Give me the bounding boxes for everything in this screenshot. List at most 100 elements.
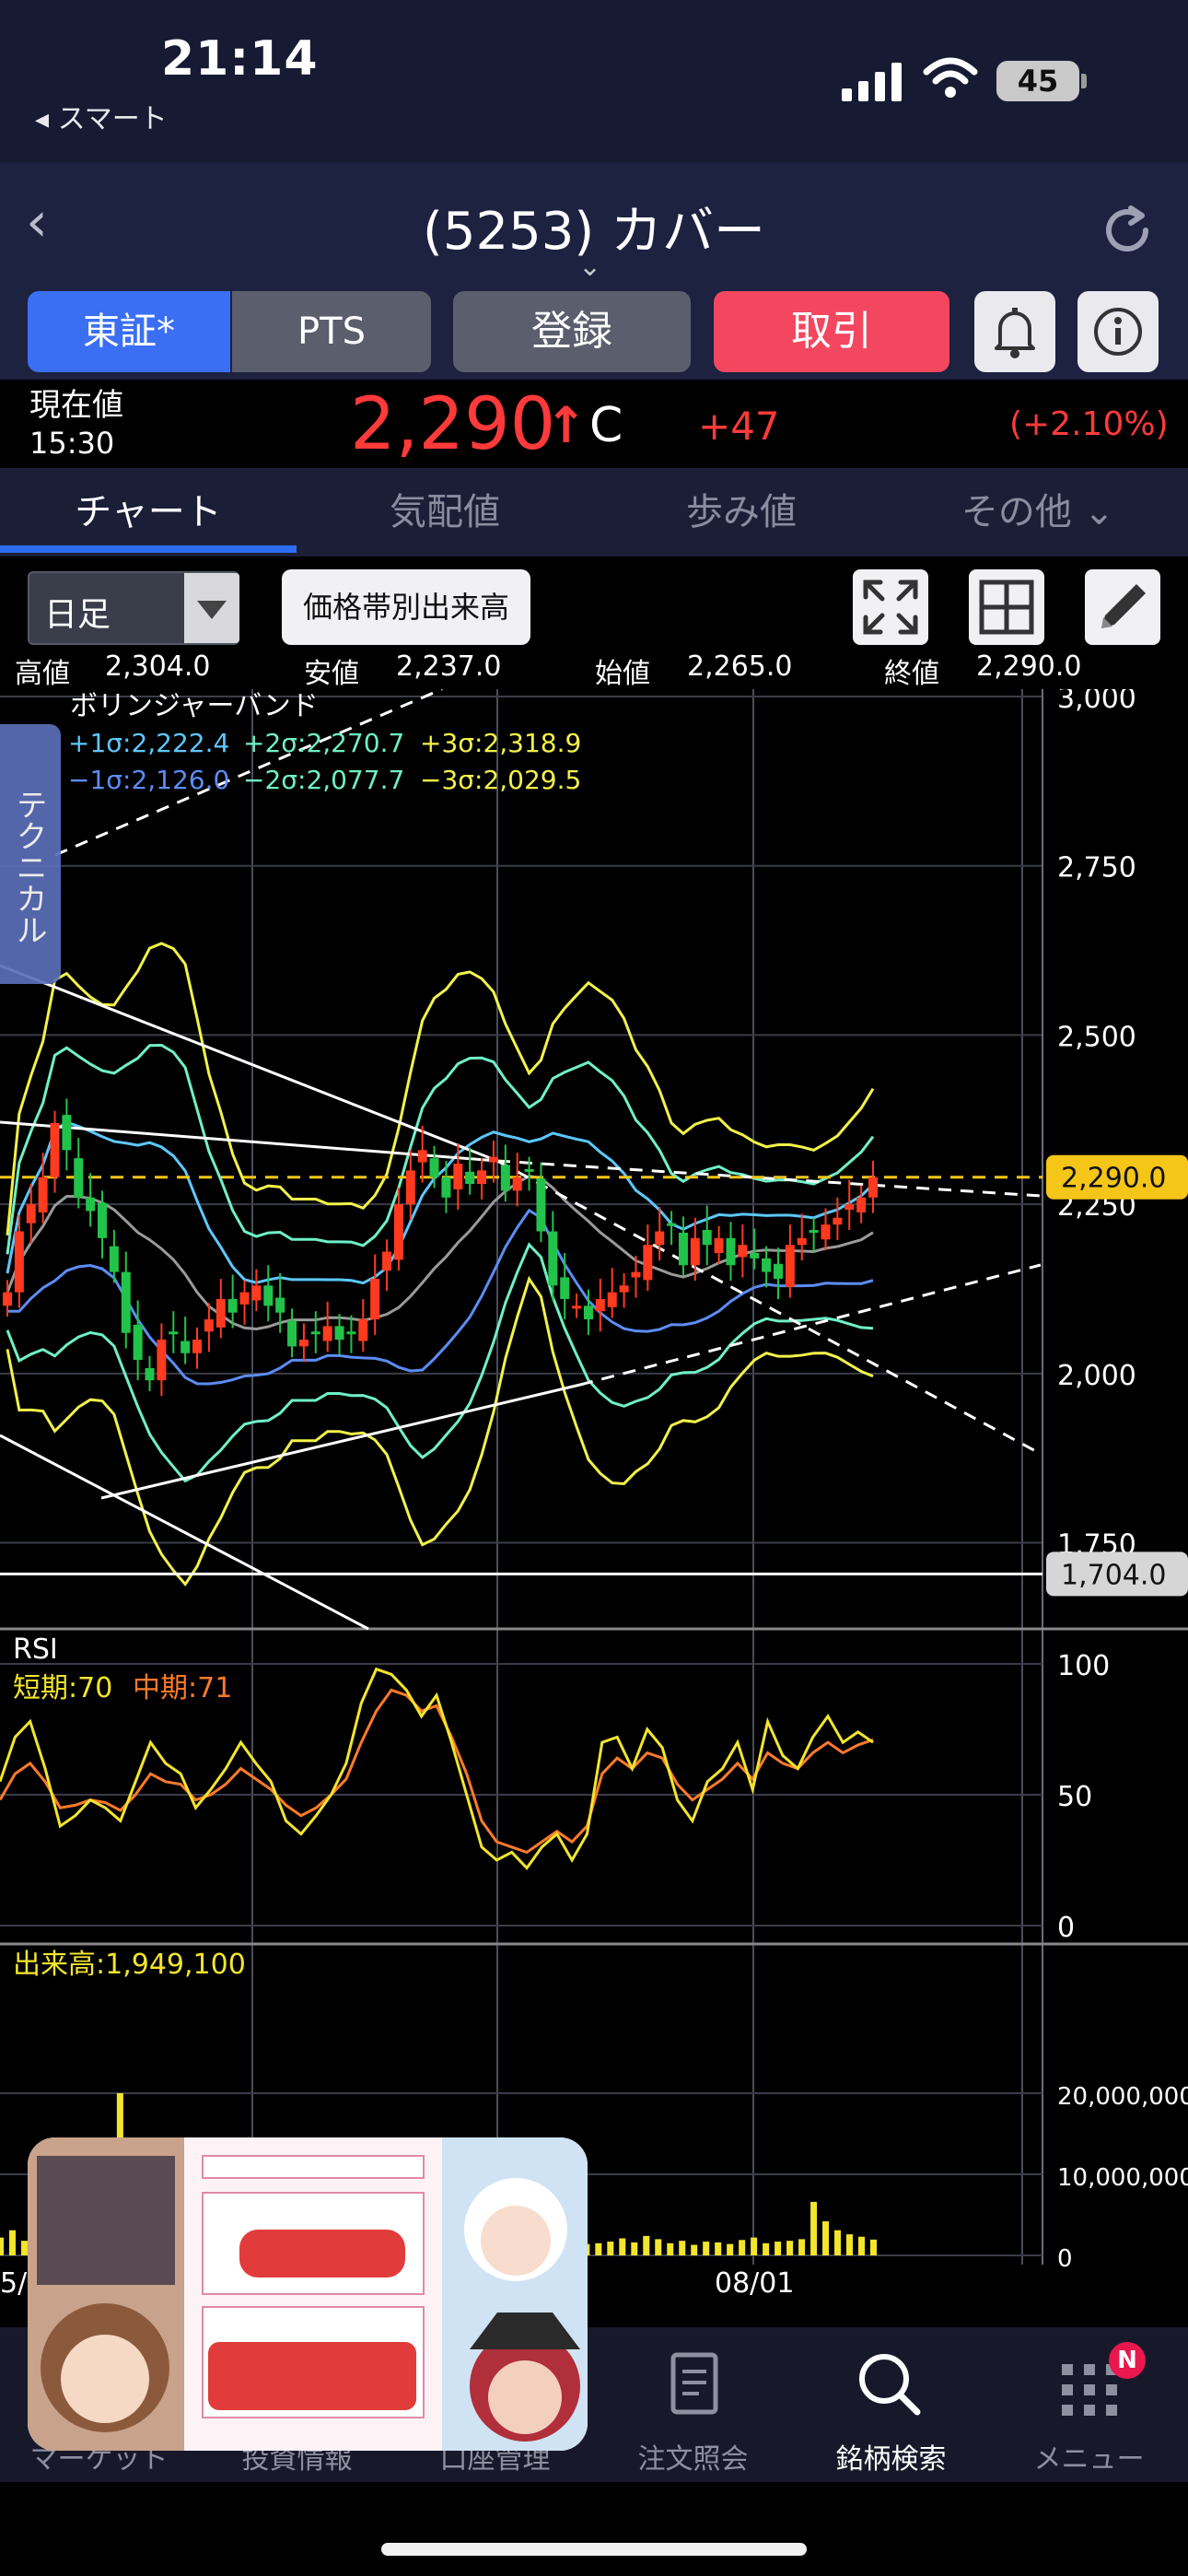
pencil-icon[interactable]: [1085, 569, 1160, 645]
layout-grid-icon[interactable]: [969, 569, 1044, 645]
refresh-icon[interactable]: [1098, 201, 1157, 260]
candle-body-41: [488, 1156, 498, 1163]
volume-bar-69: [822, 2221, 830, 2255]
home-indicator[interactable]: [381, 2543, 807, 2556]
stock-chart[interactable]: ボリンジャーバンド +1σ:2,222.4 +2σ:2,270.7 +3σ:2,…: [0, 689, 1188, 2327]
candle-body-62: [738, 1245, 748, 1258]
nav-stock-search[interactable]: 銘柄検索: [792, 2327, 990, 2482]
status-bar: 21:14 ◂ スマート 45: [0, 0, 1188, 162]
candle-body-14: [169, 1331, 179, 1335]
alert-bell-button[interactable]: [974, 291, 1055, 372]
volume-bar-1: [8, 2230, 16, 2255]
bb-title: ボリンジャーバンド: [70, 690, 319, 722]
candle-body-65: [773, 1263, 783, 1279]
volume-bar-71: [846, 2234, 854, 2255]
candle-body-17: [204, 1319, 214, 1332]
candle-body-72: [856, 1197, 867, 1212]
market-pts-button[interactable]: PTS: [232, 291, 431, 372]
candle-body-38: [453, 1164, 463, 1189]
bb-legend-m3: −3σ:2,029.5: [420, 765, 581, 795]
search-icon: [859, 2354, 921, 2416]
y-tick-label-0: 3,000: [1057, 689, 1136, 715]
info-icon: [1094, 308, 1142, 356]
y-tick-label-1: 2,750: [1057, 852, 1136, 884]
candle-body-71: [844, 1204, 855, 1210]
main-tabs: チャート 気配値 歩み値 その他 ⌄: [0, 468, 1188, 556]
trend-line-2: [100, 1383, 581, 1500]
active-tab-indicator: [0, 545, 297, 553]
candle-body-46: [548, 1231, 558, 1286]
bb-legend-p1: +1σ:2,222.4: [68, 728, 229, 758]
volume-tick-1: 10,000,000: [1057, 2164, 1188, 2192]
candle-body-4: [50, 1122, 60, 1177]
nav-orders-label: 注文照会: [637, 2443, 749, 2476]
candle-body-32: [382, 1251, 392, 1271]
volume-bar-61: [727, 2243, 734, 2255]
volume-profile-button[interactable]: 価格帯別出来高: [282, 569, 530, 645]
candle-body-54: [643, 1245, 653, 1281]
tab-more[interactable]: その他 ⌄: [890, 468, 1186, 556]
candle-body-34: [405, 1170, 415, 1205]
technical-side-tab-label: テクニカル: [10, 789, 47, 945]
nav-menu[interactable]: メニュー: [990, 2327, 1188, 2482]
candle-body-68: [809, 1230, 819, 1234]
market-tse-button[interactable]: 東証*: [28, 291, 230, 372]
candle-body-39: [465, 1171, 475, 1185]
up-arrow-icon: ↑: [545, 396, 588, 454]
navigation-bar: ‹ (5253) カバー ⌄: [0, 162, 1188, 291]
rsi-mid-line: [0, 1688, 874, 1855]
candle-body-10: [121, 1271, 131, 1333]
candle-body-59: [702, 1230, 712, 1246]
rsi-title: RSI: [13, 1633, 58, 1666]
expand-icon[interactable]: [853, 569, 928, 645]
volume-bar-55: [655, 2239, 662, 2255]
volume-bar-58: [691, 2244, 698, 2255]
candle-body-43: [512, 1177, 522, 1191]
volume-bar-64: [763, 2242, 770, 2255]
candle-body-12: [145, 1367, 155, 1381]
x-tick-label-1: 08/01: [715, 2267, 794, 2300]
volume-bar-51: [607, 2242, 614, 2255]
support-price-label: 1,704.0: [1061, 1559, 1167, 1591]
candle-body-0: [3, 1292, 12, 1306]
candle-body-20: [239, 1292, 250, 1305]
y-tick-label-4: 2,000: [1057, 1360, 1136, 1392]
candle-body-33: [393, 1204, 403, 1260]
info-button[interactable]: [1077, 291, 1159, 372]
candle-body-55: [655, 1231, 665, 1246]
candle-body-31: [370, 1278, 380, 1320]
candle-body-28: [334, 1326, 344, 1341]
rsi-legend-short: 短期:70: [13, 1672, 112, 1704]
candle-body-35: [417, 1150, 427, 1163]
volume-bar-54: [643, 2235, 650, 2255]
tab-time-and-sales[interactable]: 歩み値: [593, 468, 890, 556]
picture-in-picture-video[interactable]: [28, 2137, 588, 2451]
candle-body-60: [714, 1237, 724, 1254]
trade-button[interactable]: 取引: [714, 291, 949, 372]
volume-bar-56: [667, 2242, 674, 2255]
current-price-value: 2,290: [350, 383, 556, 466]
candle-body-64: [762, 1258, 772, 1272]
menu-grid-icon: [1062, 2364, 1117, 2416]
volume-bar-50: [595, 2242, 602, 2255]
rsi-tick-0: 100: [1057, 1650, 1110, 1682]
tab-chart[interactable]: チャート: [0, 468, 297, 556]
period-select[interactable]: 日足: [28, 571, 239, 645]
register-button[interactable]: 登録: [453, 291, 691, 372]
trend-line-6: [579, 1263, 1042, 1387]
tab-order-book[interactable]: 気配値: [297, 468, 593, 556]
back-to-app-link[interactable]: ◂ スマート: [35, 96, 168, 136]
candle-body-2: [26, 1204, 36, 1224]
volume-bar-63: [751, 2237, 758, 2255]
title-dropdown-chevron-icon[interactable]: ⌄: [578, 251, 601, 283]
close-label: 終値: [884, 658, 939, 690]
candle-body-44: [524, 1168, 534, 1172]
candle-body-30: [358, 1319, 368, 1341]
nav-orders[interactable]: 注文照会: [594, 2327, 792, 2482]
candle-body-7: [86, 1197, 96, 1212]
technical-side-tab[interactable]: テクニカル: [0, 724, 61, 984]
candle-body-36: [429, 1158, 439, 1177]
volume-bar-59: [703, 2242, 710, 2255]
volume-bar-73: [870, 2239, 877, 2255]
candle-body-24: [287, 1320, 297, 1347]
